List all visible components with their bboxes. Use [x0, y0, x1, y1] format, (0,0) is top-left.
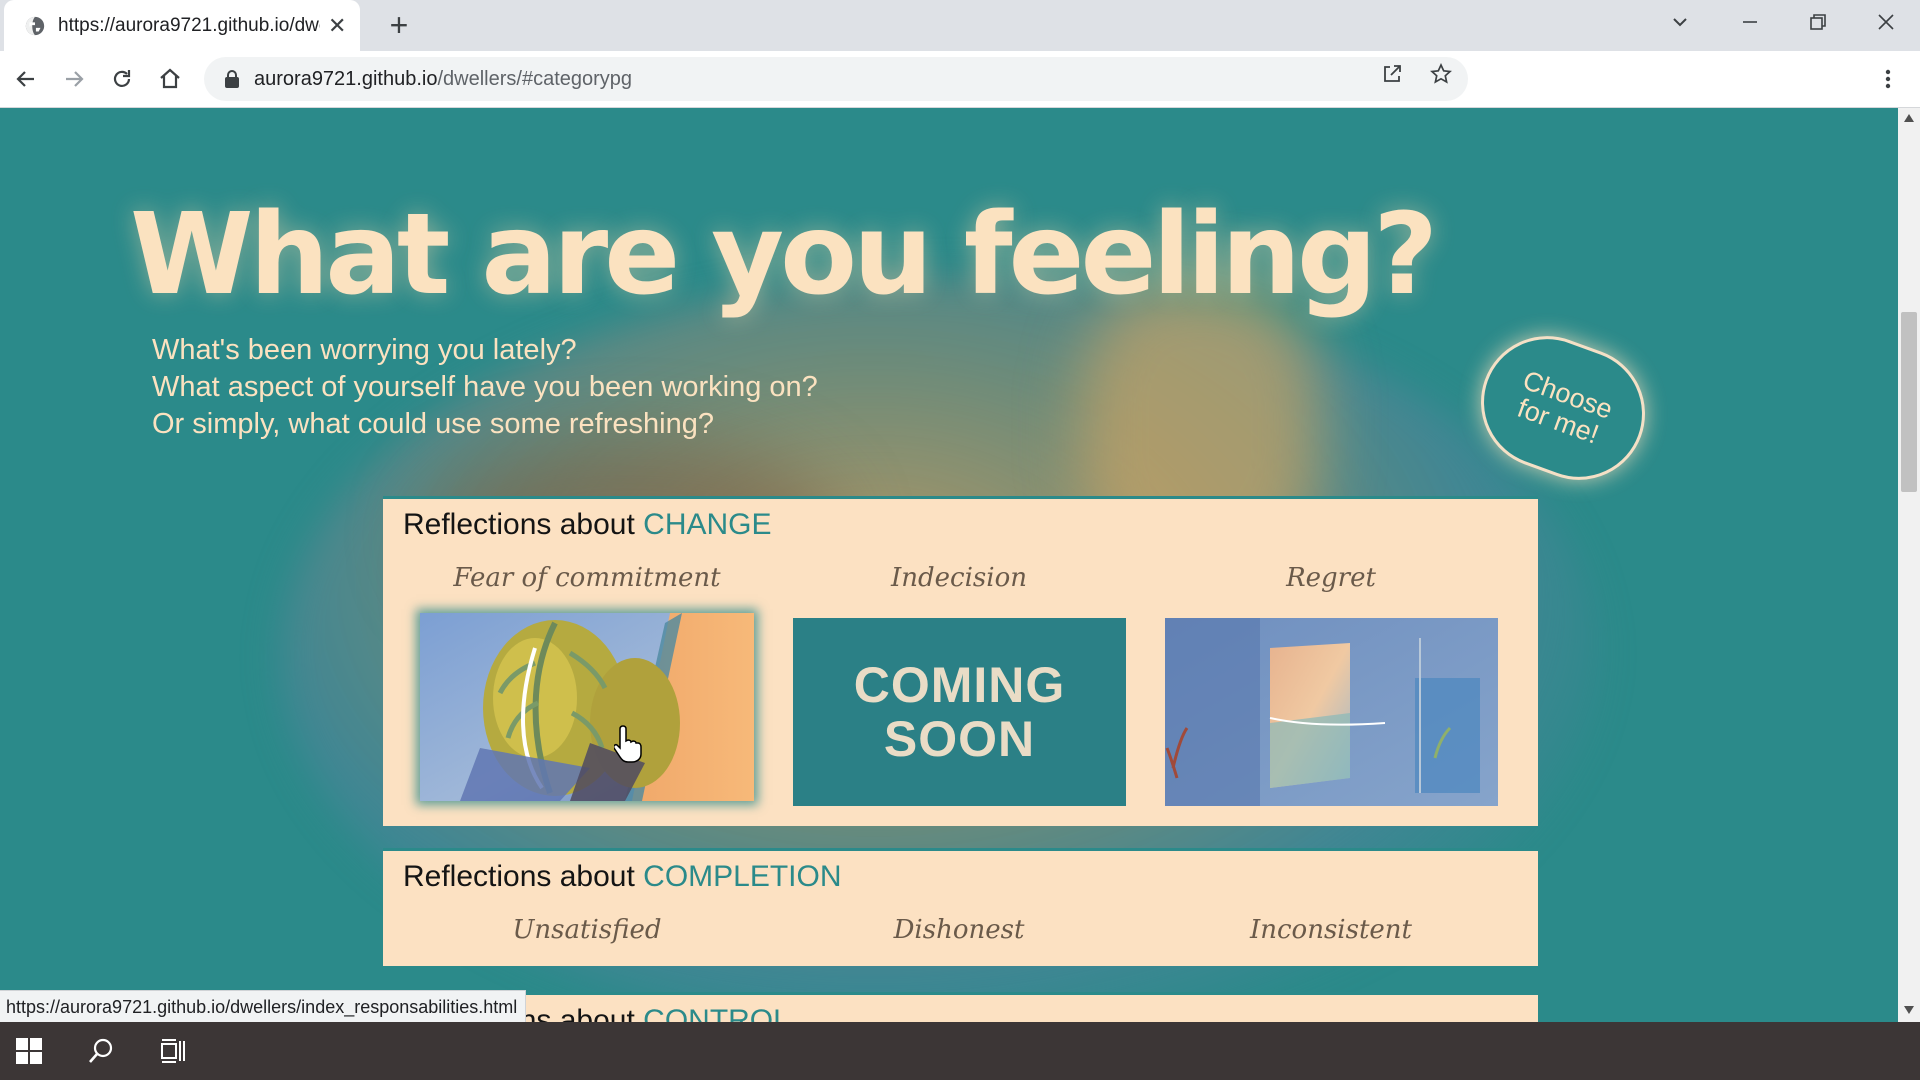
- lock-icon: [225, 70, 239, 88]
- back-icon[interactable]: [8, 61, 44, 97]
- card-indecision-coming-soon[interactable]: COMING SOON: [793, 618, 1126, 806]
- tab-strip: https://aurora9721.github.io/dwellers/#c…: [0, 0, 1920, 51]
- item-title[interactable]: Unsatisfied: [417, 915, 757, 945]
- reload-icon[interactable]: [104, 61, 140, 97]
- vertical-scrollbar[interactable]: [1898, 108, 1920, 1022]
- section-category: CHANGE: [643, 508, 772, 541]
- task-view-icon[interactable]: [144, 1022, 202, 1080]
- page-headline: What are you feeling?: [130, 190, 1438, 320]
- section-category: CONTROL: [643, 1004, 790, 1022]
- forward-icon[interactable]: [56, 61, 92, 97]
- item-title[interactable]: Fear of commitment: [417, 563, 757, 593]
- browser-toolbar: aurora9721.github.io/dwellers/#categoryp…: [0, 51, 1920, 108]
- card-regret[interactable]: [1165, 618, 1498, 806]
- section-category: COMPLETION: [643, 860, 842, 893]
- section-heading: Reflections about CHANGE: [403, 508, 772, 542]
- browser-tab[interactable]: https://aurora9721.github.io/dwellers/#c…: [4, 0, 360, 51]
- monstera-artwork-image: [420, 613, 754, 801]
- windows-start-icon[interactable]: [0, 1022, 58, 1080]
- item-title[interactable]: Regret: [1161, 563, 1501, 593]
- section-heading-prefix: Reflections about: [403, 860, 644, 893]
- globe-icon: [25, 16, 45, 35]
- card-fear-of-commitment[interactable]: [420, 613, 754, 801]
- coming-soon-label: SOON: [883, 711, 1036, 767]
- section-control: Reflections about CONTROL: [383, 992, 1538, 1022]
- url-path: /dwellers/#categorypg: [437, 67, 633, 90]
- new-tab-button[interactable]: +: [382, 9, 416, 43]
- intro-text: What's been worrying you lately? What as…: [152, 332, 818, 443]
- section-heading: Reflections about COMPLETION: [403, 860, 842, 894]
- bookmark-star-icon[interactable]: [1427, 60, 1455, 88]
- windows-taskbar: [0, 1022, 1920, 1080]
- coming-soon-label: COMING: [853, 657, 1066, 713]
- intro-line: What aspect of yourself have you been wo…: [152, 371, 818, 403]
- item-title[interactable]: Dishonest: [789, 915, 1129, 945]
- address-bar[interactable]: aurora9721.github.io/dwellers/#categoryp…: [204, 57, 1468, 101]
- restore-icon[interactable]: [1788, 0, 1848, 44]
- page-viewport: What are you feeling? What's been worryi…: [0, 108, 1898, 1022]
- section-change: Reflections about CHANGE Fear of commitm…: [383, 496, 1538, 826]
- share-icon[interactable]: [1378, 60, 1406, 88]
- item-title[interactable]: Indecision: [789, 563, 1129, 593]
- search-icon[interactable]: [72, 1022, 130, 1080]
- link-status-bubble: https://aurora9721.github.io/dwellers/in…: [0, 990, 527, 1024]
- minimize-icon[interactable]: [1720, 0, 1780, 44]
- scroll-down-icon[interactable]: [1904, 1006, 1914, 1014]
- tab-search-icon[interactable]: [1650, 0, 1710, 44]
- intro-line: What's been worrying you lately?: [152, 334, 577, 366]
- scrollbar-thumb[interactable]: [1901, 312, 1917, 492]
- section-heading-prefix: Reflections about: [403, 508, 644, 541]
- tab-close-icon[interactable]: ✕: [328, 14, 346, 37]
- regret-artwork-image: [1165, 618, 1498, 806]
- home-icon[interactable]: [152, 61, 188, 97]
- item-title[interactable]: Inconsistent: [1161, 915, 1501, 945]
- tab-title: https://aurora9721.github.io/dwellers/#c…: [58, 14, 320, 36]
- section-completion: Reflections about COMPLETION Unsatisfied…: [383, 848, 1538, 966]
- url-host: aurora9721.github.io: [254, 67, 438, 90]
- close-window-icon[interactable]: [1856, 0, 1916, 44]
- menu-kebab-icon[interactable]: [1870, 61, 1906, 97]
- intro-line: Or simply, what could use some refreshin…: [152, 408, 714, 440]
- hand-cursor-icon: [614, 725, 642, 763]
- scroll-up-icon[interactable]: [1904, 114, 1914, 122]
